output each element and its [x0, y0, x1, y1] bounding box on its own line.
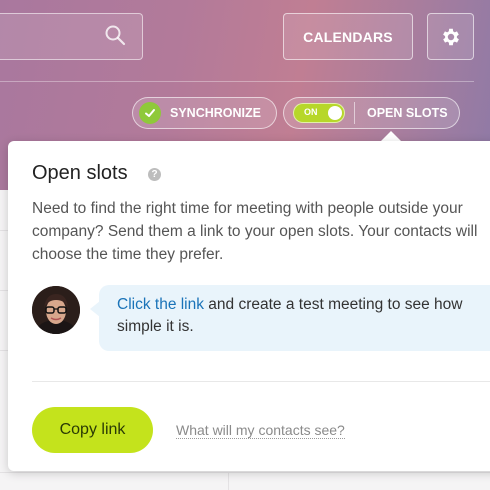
contacts-preview-link[interactable]: What will my contacts see? [176, 422, 345, 439]
calendars-button[interactable]: CALENDARS [283, 13, 413, 60]
synchronize-label: SYNCHRONIZE [170, 106, 261, 120]
open-slots-popup: Open slots ? Need to find the right time… [8, 141, 490, 471]
popup-divider [32, 381, 490, 382]
open-slots-toggle[interactable]: ON [293, 103, 345, 123]
copy-link-label: Copy link [59, 421, 126, 438]
header-divider [0, 81, 474, 82]
popup-title: Open slots [32, 162, 128, 184]
copy-link-button[interactable]: Copy link [32, 407, 153, 453]
calendars-button-label: CALENDARS [303, 28, 393, 45]
gear-icon [442, 28, 459, 45]
click-the-link[interactable]: Click the link [117, 296, 204, 313]
avatar [32, 286, 80, 334]
search-icon[interactable] [104, 24, 126, 46]
check-icon [139, 102, 161, 124]
toggle-label: ON [304, 107, 318, 117]
open-slots-separator [354, 102, 355, 124]
settings-button[interactable] [427, 13, 474, 60]
synchronize-button[interactable]: SYNCHRONIZE [132, 97, 277, 129]
tip-bubble: Click the link and create a test meeting… [99, 285, 490, 351]
open-slots-label: OPEN SLOTS [367, 106, 448, 120]
open-slots-button[interactable]: ON OPEN SLOTS [283, 97, 460, 129]
popup-description: Need to find the right time for meeting … [32, 200, 478, 263]
help-icon[interactable]: ? [148, 168, 161, 181]
toggle-knob [328, 106, 342, 120]
